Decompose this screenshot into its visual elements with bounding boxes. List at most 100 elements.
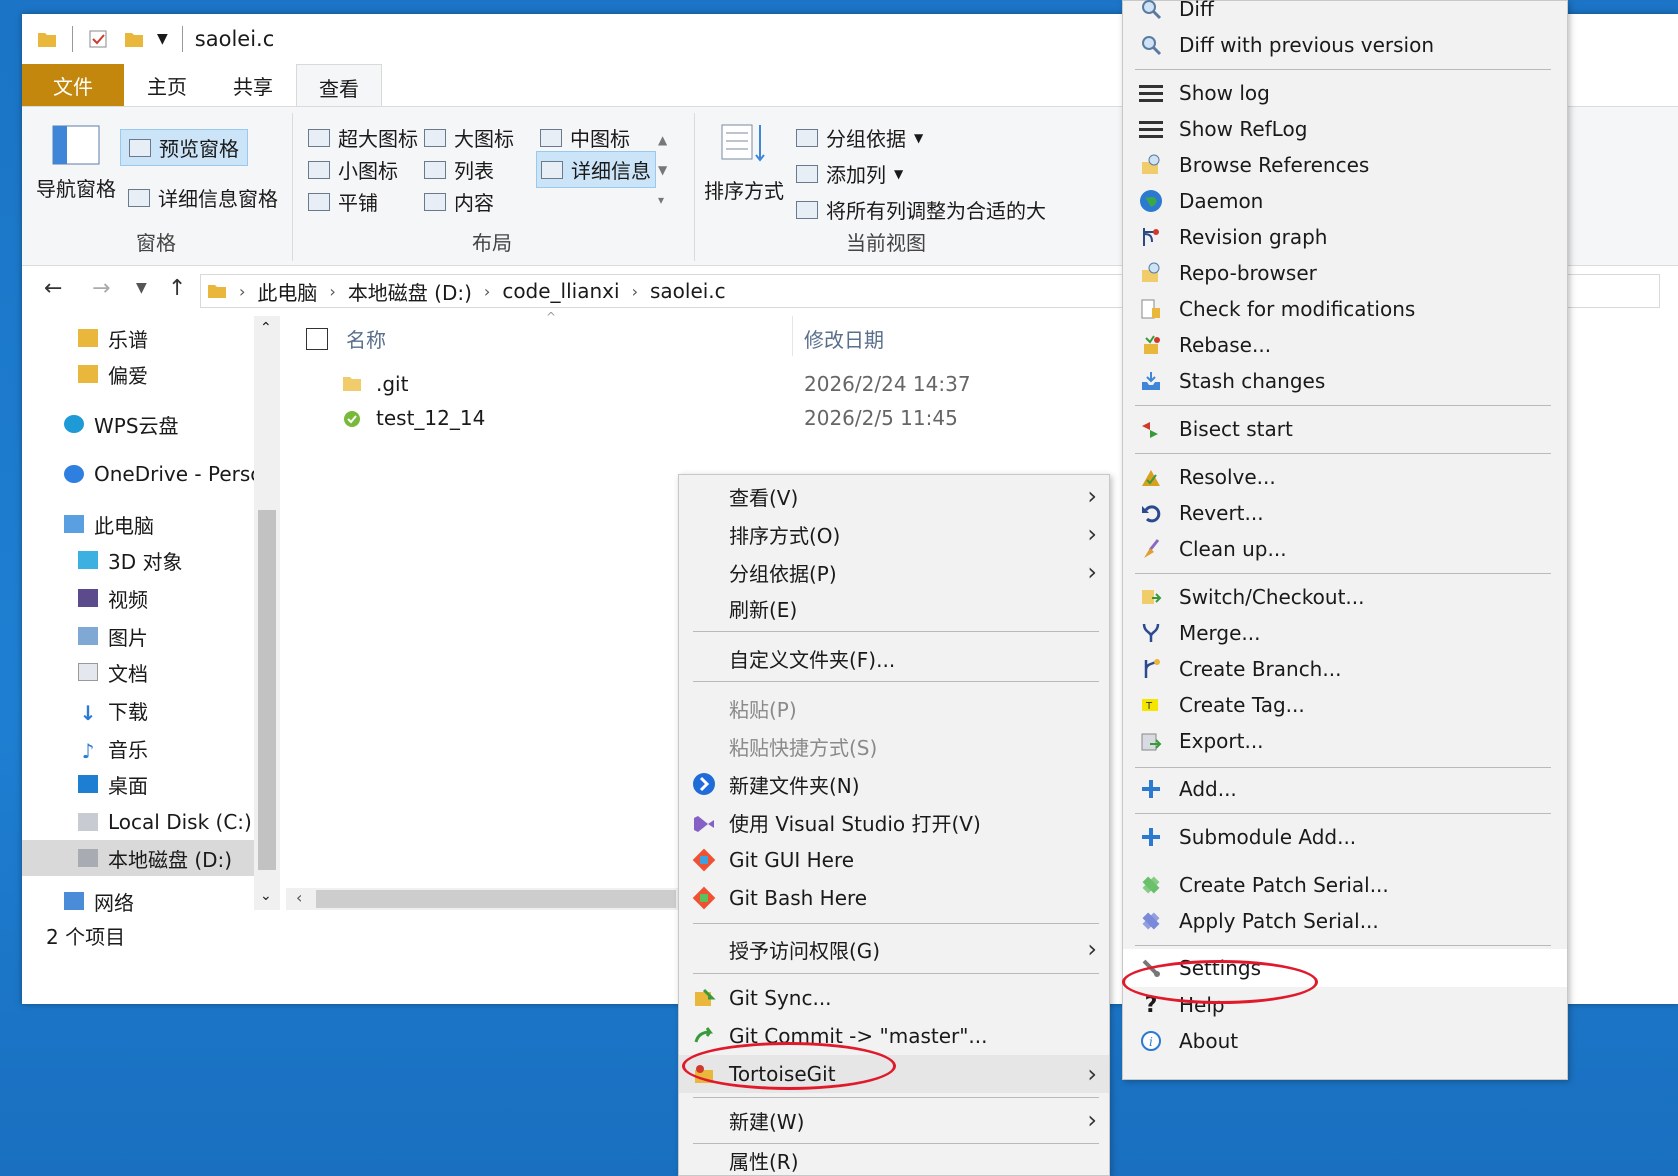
- menu-item-open-visual-studio[interactable]: 使用 Visual Studio 打开(V): [679, 803, 1109, 841]
- nav-item[interactable]: Local Disk (C:): [78, 804, 252, 840]
- scroll-up-icon[interactable]: ⌃: [260, 320, 272, 336]
- menu-item-check-modifications[interactable]: Check for modifications: [1123, 291, 1567, 327]
- tab-home[interactable]: 主页: [124, 64, 210, 106]
- select-all-checkbox[interactable]: [306, 328, 328, 350]
- nav-item[interactable]: 网络: [64, 890, 134, 912]
- nav-item[interactable]: 此电脑: [64, 506, 154, 542]
- file-name[interactable]: test_12_14: [376, 406, 485, 430]
- nav-item[interactable]: 乐谱: [78, 320, 148, 356]
- menu-item-customize-folder[interactable]: 自定义文件夹(F)...: [679, 639, 1109, 677]
- new-folder-icon[interactable]: [123, 28, 145, 50]
- recent-chevron-down-icon[interactable]: ▼: [136, 280, 147, 296]
- nav-item-selected[interactable]: 本地磁盘 (D:): [22, 840, 254, 876]
- customize-dropdown-icon[interactable]: ▼: [157, 31, 168, 47]
- layout-medium[interactable]: 中图标: [540, 123, 630, 152]
- scroll-thumb[interactable]: [316, 890, 676, 908]
- nav-item[interactable]: 3D 对象: [78, 542, 182, 578]
- layout-large[interactable]: 大图标: [424, 123, 514, 152]
- preview-pane-button[interactable]: 预览窗格: [120, 129, 248, 166]
- layout-content[interactable]: 内容: [424, 187, 494, 216]
- layout-details[interactable]: 详细信息: [536, 151, 656, 188]
- menu-item-grant-access[interactable]: 授予访问权限(G) ›: [679, 929, 1109, 969]
- breadcrumb-item[interactable]: code_llianxi: [502, 279, 619, 303]
- sort-button[interactable]: 排序方式: [704, 175, 784, 204]
- menu-item-about[interactable]: i About: [1123, 1023, 1567, 1059]
- menu-item-clean-up[interactable]: Clean up...: [1123, 531, 1567, 567]
- menu-item-sort[interactable]: 排序方式(O) ›: [679, 515, 1109, 553]
- breadcrumb-item[interactable]: 本地磁盘 (D:): [348, 277, 472, 306]
- nav-pane-button[interactable]: 导航窗格: [36, 173, 116, 202]
- layout-list[interactable]: 列表: [424, 155, 494, 184]
- menu-item-add[interactable]: Add...: [1123, 771, 1567, 807]
- up-arrow-icon[interactable]: ↑: [168, 276, 186, 301]
- add-column-button[interactable]: 添加列 ▼: [796, 159, 903, 188]
- nav-item[interactable]: 桌面: [78, 766, 148, 802]
- menu-item-new-folder[interactable]: 新建文件夹(N): [679, 765, 1109, 803]
- fit-columns-button[interactable]: 将所有列调整为合适的大: [796, 195, 1046, 224]
- menu-item-apply-patch-serial[interactable]: Apply Patch Serial...: [1123, 903, 1567, 939]
- breadcrumb-item[interactable]: saolei.c: [650, 279, 726, 303]
- folder-icon[interactable]: [36, 28, 58, 50]
- details-pane-button[interactable]: 详细信息窗格: [128, 183, 278, 212]
- nav-scrollbar[interactable]: ⌃ ⌄: [254, 316, 280, 910]
- nav-item[interactable]: 视频: [78, 580, 148, 616]
- column-divider[interactable]: [792, 316, 793, 356]
- menu-item-merge[interactable]: Merge...: [1123, 615, 1567, 651]
- nav-item[interactable]: 偏爱: [78, 356, 148, 392]
- nav-item[interactable]: WPS云盘: [64, 406, 179, 442]
- column-header-date[interactable]: 修改日期: [804, 324, 884, 353]
- menu-item-rebase[interactable]: Rebase...: [1123, 327, 1567, 363]
- layout-small[interactable]: 小图标: [308, 155, 398, 184]
- nav-item[interactable]: 文档: [78, 654, 148, 690]
- menu-item-refresh[interactable]: 刷新(E): [679, 589, 1109, 627]
- menu-item-export[interactable]: Export...: [1123, 723, 1567, 759]
- nav-item[interactable]: ♪ 音乐: [78, 730, 148, 766]
- menu-item-git-bash[interactable]: Git Bash Here: [679, 879, 1109, 917]
- menu-item-create-patch-serial[interactable]: Create Patch Serial...: [1123, 867, 1567, 903]
- tab-share[interactable]: 共享: [210, 64, 296, 106]
- menu-item-git-sync[interactable]: Git Sync...: [679, 979, 1109, 1017]
- nav-item[interactable]: ↓ 下载: [78, 692, 148, 728]
- menu-item-view[interactable]: 查看(V) ›: [679, 477, 1109, 515]
- scroll-left-icon[interactable]: ‹: [296, 888, 302, 907]
- menu-item-repo-browser[interactable]: Repo-browser: [1123, 255, 1567, 291]
- menu-item-new[interactable]: 新建(W) ›: [679, 1101, 1109, 1139]
- menu-item-group-by[interactable]: 分组依据(P) ›: [679, 553, 1109, 591]
- menu-item-submodule-add[interactable]: Submodule Add...: [1123, 819, 1567, 855]
- nav-item[interactable]: 图片: [78, 618, 148, 654]
- menu-item-paste-shortcut[interactable]: 粘贴快捷方式(S): [679, 727, 1109, 765]
- scroll-thumb[interactable]: [258, 510, 276, 870]
- menu-item-stash-changes[interactable]: Stash changes: [1123, 363, 1567, 399]
- scroll-down-icon[interactable]: ⌄: [260, 888, 272, 904]
- menu-item-diff[interactable]: Diff: [1123, 0, 1567, 27]
- breadcrumb-item[interactable]: 此电脑: [257, 277, 317, 306]
- menu-item-paste[interactable]: 粘贴(P): [679, 689, 1109, 727]
- group-by-button[interactable]: 分组依据 ▼: [796, 123, 923, 152]
- file-name[interactable]: .git: [376, 372, 408, 396]
- layout-extra-large[interactable]: 超大图标: [308, 123, 418, 152]
- tab-file[interactable]: 文件: [22, 64, 124, 106]
- layout-scroll[interactable]: ▲ ▼ ▾: [658, 125, 667, 215]
- tab-view[interactable]: 查看: [296, 64, 382, 110]
- menu-item-show-log[interactable]: Show log: [1123, 75, 1567, 111]
- column-header-name[interactable]: 名称: [346, 324, 386, 353]
- menu-item-create-tag[interactable]: T Create Tag...: [1123, 687, 1567, 723]
- horizontal-scrollbar[interactable]: ‹: [286, 888, 686, 910]
- forward-arrow-icon[interactable]: →: [92, 276, 110, 301]
- menu-item-switch-checkout[interactable]: Switch/Checkout...: [1123, 579, 1567, 615]
- layout-tiles[interactable]: 平铺: [308, 187, 378, 216]
- menu-item-revert[interactable]: Revert...: [1123, 495, 1567, 531]
- back-arrow-icon[interactable]: ←: [44, 276, 62, 301]
- menu-item-resolve[interactable]: Resolve...: [1123, 459, 1567, 495]
- menu-item-revision-graph[interactable]: Revision graph: [1123, 219, 1567, 255]
- menu-item-diff-previous[interactable]: Diff with previous version: [1123, 27, 1567, 63]
- menu-item-daemon[interactable]: Daemon: [1123, 183, 1567, 219]
- menu-item-create-branch[interactable]: Create Branch...: [1123, 651, 1567, 687]
- menu-item-properties[interactable]: 属性(R): [679, 1143, 1109, 1176]
- menu-item-browse-references[interactable]: Browse References: [1123, 147, 1567, 183]
- menu-item-show-reflog[interactable]: Show RefLog: [1123, 111, 1567, 147]
- menu-item-git-gui[interactable]: Git GUI Here: [679, 841, 1109, 879]
- properties-check-icon[interactable]: [87, 28, 109, 50]
- menu-item-bisect-start[interactable]: Bisect start: [1123, 411, 1567, 447]
- nav-item[interactable]: OneDrive - Persc: [64, 456, 261, 492]
